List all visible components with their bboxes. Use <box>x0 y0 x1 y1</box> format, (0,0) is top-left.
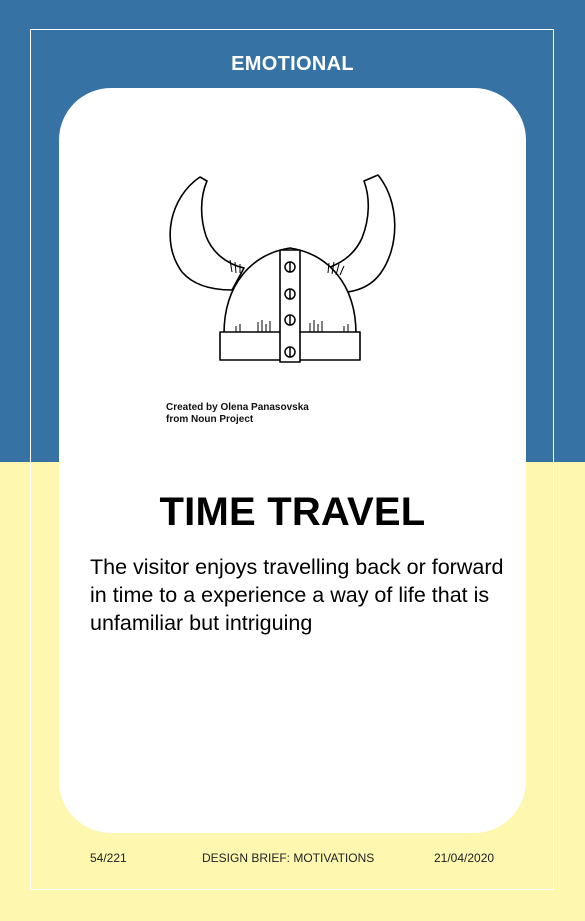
icon-credit: Created by Olena Panasovska from Noun Pr… <box>166 402 309 426</box>
credit-line-1: Created by Olena Panasovska <box>166 402 309 413</box>
card-description: The visitor enjoys travelling back or fo… <box>90 555 504 635</box>
page-number: 54/221 <box>90 851 127 865</box>
viking-helmet-icon <box>169 174 396 363</box>
category-label: EMOTIONAL <box>231 53 354 75</box>
credit-line-2: from Noun Project <box>166 414 254 425</box>
document-title: DESIGN BRIEF: MOTIVATIONS <box>202 851 375 865</box>
document-date: 21/04/2020 <box>434 851 495 865</box>
card-title: TIME TRAVEL <box>159 490 426 534</box>
